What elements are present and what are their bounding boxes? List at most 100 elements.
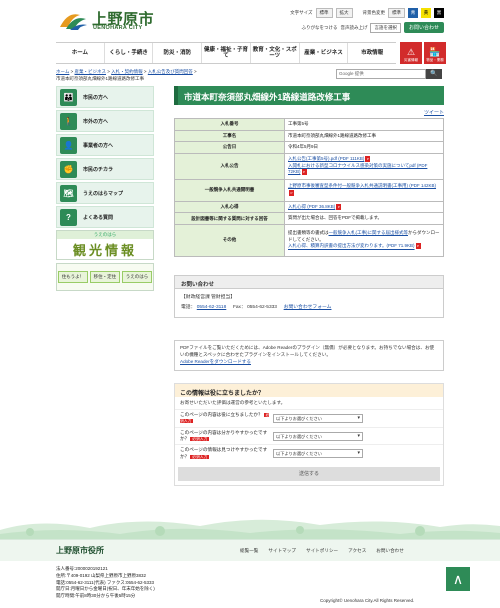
tourism-banner[interactable]: うえのはら 観光情報	[56, 230, 154, 260]
bg-blue-button[interactable]: 青	[408, 8, 418, 18]
contact-box: お問い合わせ 【財政経営課 管財担当】 電話： 0554-62-3118 Fax…	[174, 274, 444, 319]
footer-link-sitemap[interactable]: サイトマップ	[268, 548, 296, 554]
breadcrumb-home[interactable]: ホーム	[56, 69, 69, 74]
submission-change-pdf-link[interactable]: 入札心得、積算内訳書の提出方法が変わります。(PDF 71.9KB)	[288, 244, 415, 249]
breadcrumb-bid-notice[interactable]: 入札公告及び質問回答	[148, 69, 193, 74]
nav-living[interactable]: くらし・手続き	[105, 43, 154, 63]
footer-info-line: 法人番号:2000020192121	[56, 566, 108, 571]
row-label: 入札心得	[174, 200, 285, 214]
row-label: その他	[174, 223, 285, 257]
main-content: 市道本町奈須部丸畑線外1路線道路改修工事 ツイート 入札番号 工事第5号 工事名…	[174, 86, 444, 487]
sidebar-item-visitors[interactable]: 🚶 市外の方へ	[56, 110, 154, 132]
relocation-banner-text-1: 住もうよ！	[57, 271, 89, 283]
disaster-info-button[interactable]: ⚠ 災害情報	[400, 42, 422, 64]
font-standard-button[interactable]: 標準	[315, 8, 333, 18]
bg-standard-button[interactable]: 標準	[388, 8, 405, 18]
bg-black-button[interactable]: 黒	[434, 8, 444, 18]
family-icon: 👪	[60, 88, 77, 106]
alert-buttons: ⚠ 災害情報 🏪 物品・業務	[400, 42, 446, 64]
row-value: 入札公告(工事第5号).pdf (PDF 111KB) P 入開札における新型コロ…	[284, 152, 444, 180]
relocation-banner[interactable]: 住もうよ！ 移住・定住 うえのはら	[56, 263, 154, 291]
breadcrumb: ホーム > 産業・ビジネス > 入札・契約情報 > 入札公告及び質問回答 > 市…	[56, 69, 197, 81]
pdf-icon: P	[301, 169, 307, 176]
phone-link[interactable]: 0554-62-3118	[197, 305, 227, 310]
footer-scenery-illustration	[0, 519, 500, 542]
common-explanation-pdf-link[interactable]: 上野原市事後審査型条件付一般競争入札共通説明書(工事用) (PDF 142KB)	[288, 183, 436, 188]
nav-health[interactable]: 健康・福祉・子育て	[202, 43, 251, 63]
bg-yellow-button[interactable]: 黄	[421, 8, 431, 18]
sidebar-item-faq[interactable]: ? よくある質問	[56, 206, 154, 228]
survey-question-label: このページの内容は分かりやすかったですか？ 必須入力	[180, 430, 273, 443]
contact-department: 【財政経営課 管財担当】	[181, 294, 236, 300]
search-input[interactable]: Google 提供	[336, 69, 426, 79]
sidebar-item-business[interactable]: 👤 事業者の方へ	[56, 134, 154, 156]
store-icon: 🏪	[429, 47, 441, 57]
row-label: 入札公告	[174, 152, 285, 180]
header-contact-button[interactable]: お問い合わせ	[403, 22, 444, 33]
nav-city-info[interactable]: 市政情報	[348, 43, 396, 63]
map-icon: 🗺	[60, 184, 77, 202]
nav-home[interactable]: ホーム	[56, 43, 105, 63]
notice-pdf-link[interactable]: 入札公告(工事第5号).pdf (PDF 111KB)	[288, 156, 364, 161]
adobe-note-text: PDFファイルをご覧いただくためには、Adobe Readerのプラグイン（無償…	[180, 345, 435, 357]
search-button[interactable]: 🔍	[426, 69, 442, 79]
tourism-banner-top: うえのはら	[57, 231, 153, 239]
nav-education[interactable]: 教育・文化・スポーツ	[251, 43, 300, 63]
footer-logo[interactable]: 上野原市役所	[56, 545, 104, 556]
city-logo-icon[interactable]	[58, 9, 88, 31]
footer-link-access[interactable]: アクセス	[348, 548, 366, 554]
sidebar-item-label: よくある質問	[83, 214, 114, 221]
language-select[interactable]: 言語を選択	[370, 22, 401, 33]
contact-body: 【財政経営課 管財担当】 電話： 0554-62-3118 Fax： 0554-…	[175, 289, 443, 317]
table-row: 一般競争入札共通開明書 上野原市事後審査型条件付一般競争入札共通説明書(工事用)…	[174, 178, 444, 202]
sidebar: 👪 市民の方へ 🚶 市外の方へ 👤 事業者の方へ ✊ 市民のチカラ 🗺 うえのは…	[56, 86, 154, 294]
usefulness-select[interactable]: 以下よりお選びください	[273, 413, 363, 423]
read-aloud-link[interactable]: 音声読み上げ	[340, 25, 367, 31]
breadcrumb-bid-info[interactable]: 入札・契約情報	[111, 69, 143, 74]
footer-address-block: 法人番号:2000020192121 住所:〒409-0192 山梨県上野原市上…	[56, 566, 155, 600]
question-text: このページの内容は役に立ちましたか？	[180, 411, 263, 417]
breadcrumb-business[interactable]: 産業・ビジネス	[75, 69, 107, 74]
furigana-link[interactable]: ふりがなをつける	[301, 25, 337, 31]
clarity-select[interactable]: 以下よりお選びください	[273, 431, 363, 441]
shop-info-button[interactable]: 🏪 物品・業務	[424, 42, 446, 64]
bid-guide-pdf-link[interactable]: 入札心得 (PDF 36.8KB)	[288, 204, 335, 209]
required-badge: 必須入力	[190, 437, 210, 442]
nav-disaster[interactable]: 防災・消防	[153, 43, 203, 63]
fax-label: Fax：	[232, 305, 246, 311]
adobe-download-link[interactable]: Adobe Readerをダウンロードする	[180, 359, 251, 364]
covid-pdf-link[interactable]: 入開札における新型コロナウイルス感染対策の実施についてpdf (PDF 72KB…	[288, 163, 427, 175]
sidebar-item-citizen-power[interactable]: ✊ 市民のチカラ	[56, 158, 154, 180]
tweet-link[interactable]: ツイート	[174, 109, 444, 117]
page-top-button[interactable]: ∧	[446, 567, 470, 591]
disaster-info-label: 災害情報	[404, 58, 418, 62]
site-search: Google 提供 🔍	[336, 69, 442, 79]
table-row: 公告日 令和4年5月9日	[174, 141, 444, 154]
global-nav: ホーム くらし・手続き 防災・消防 健康・福祉・子育て 教育・文化・スポーツ 産…	[56, 42, 396, 64]
findability-select[interactable]: 以下よりお選びください	[273, 449, 363, 459]
forms-link[interactable]: 一般競争入札(工事)に関する届出様式等	[329, 230, 409, 235]
row-label: 公告日	[174, 141, 285, 154]
sidebar-item-label: 市民のチカラ	[83, 166, 114, 173]
survey-question-label: このページの内容は役に立ちましたか？ 必須入力	[180, 412, 273, 425]
row-label: 設計図書等に関する質問に対する回答	[174, 212, 285, 225]
breadcrumb-current: 市道本町奈須部丸畑線外1路線道路改修工事	[56, 75, 145, 81]
font-size-label: 文字サイズ	[290, 10, 313, 15]
font-large-button[interactable]: 拡大	[335, 8, 353, 18]
survey-question-label: このページの情報は見つけやすかったですか？ 必須入力	[180, 447, 273, 460]
copyright: Copyright© Uenohara City.All Rights Rese…	[320, 598, 415, 603]
survey-submit-button[interactable]: 送信する	[178, 467, 440, 482]
row-value: 質問が出た場合は、回答をPDFで掲載します。	[284, 212, 444, 225]
sidebar-item-map[interactable]: 🗺 うえのはらマップ	[56, 182, 154, 204]
other-text-1: 提出書類等の書式は	[288, 230, 329, 236]
footer-link-contact[interactable]: お問い合わせ	[376, 548, 404, 554]
site-logo-subtitle: UENOHARA CITY	[93, 25, 143, 31]
row-label: 工事名	[174, 129, 285, 143]
footer-link-overview[interactable]: 総覧一覧	[240, 548, 258, 554]
nav-business[interactable]: 産業・ビジネス	[300, 43, 349, 63]
survey-note: お寄せいただいた評価は運営の参考といたします。	[180, 399, 286, 405]
utility-links: ふりがなをつける 音声読み上げ 言語を選択 お問い合わせ	[301, 22, 444, 33]
sidebar-item-residents[interactable]: 👪 市民の方へ	[56, 86, 154, 108]
footer-link-policy[interactable]: サイトポリシー	[306, 548, 338, 554]
contact-form-link[interactable]: お問い合わせフォーム	[284, 305, 332, 310]
